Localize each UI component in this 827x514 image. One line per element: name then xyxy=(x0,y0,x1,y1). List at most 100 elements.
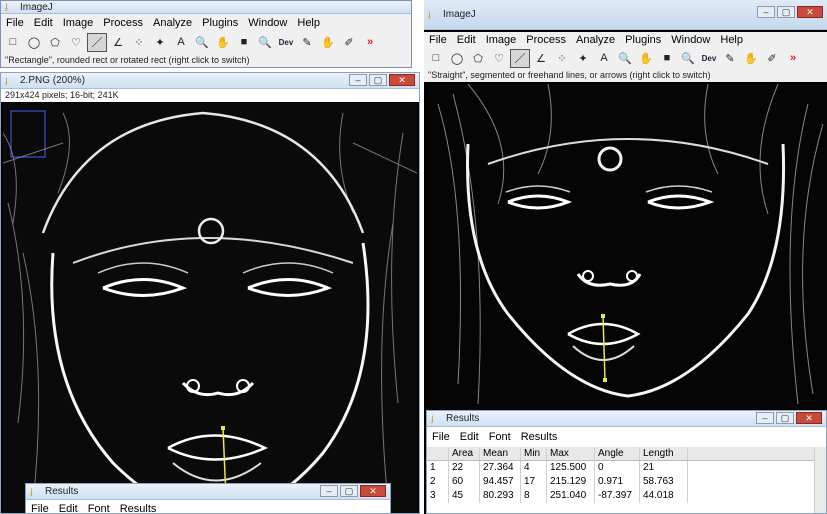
results-left-titlebar[interactable]: ɟ Results – ▢ ✕ xyxy=(26,484,390,500)
table-cell: 44.018 xyxy=(640,489,688,503)
polygon-tool-icon[interactable]: ⬠ xyxy=(45,33,65,52)
results-menu-file[interactable]: File xyxy=(427,431,455,443)
results-close-button[interactable]: ✕ xyxy=(796,412,822,424)
results-left-menu-font[interactable]: Font xyxy=(83,503,115,513)
column-header-angle[interactable]: Angle xyxy=(595,447,640,460)
fill-icon-glyph: ✋ xyxy=(744,52,758,65)
column-header-area[interactable]: Area xyxy=(449,447,480,460)
line-tool-icon[interactable]: ／ xyxy=(510,48,530,68)
column-header[interactable] xyxy=(427,447,449,460)
menu-window[interactable]: Window xyxy=(666,34,715,46)
results-left-menu-file[interactable]: File xyxy=(26,503,54,513)
zoom-icon[interactable]: 🔍 xyxy=(678,49,698,68)
freehand-tool-icon[interactable]: ♡ xyxy=(489,49,509,68)
image-window-titlebar[interactable]: ɟ 2.PNG (200%) – ▢ ✕ xyxy=(1,73,419,89)
point-tool-icon[interactable]: ⁘ xyxy=(129,33,149,52)
pen-icon[interactable]: ✎ xyxy=(297,33,317,52)
menu-plugins[interactable]: Plugins xyxy=(620,34,666,46)
results-left-maximize-button[interactable]: ▢ xyxy=(340,485,358,497)
column-header-min[interactable]: Min xyxy=(521,447,547,460)
imagej-right-titlebar[interactable]: ɟ ImageJ – ▢ ✕ xyxy=(424,0,827,30)
more-tools-icon[interactable]: » xyxy=(360,33,380,52)
fill-icon[interactable]: ✋ xyxy=(318,33,338,52)
results-minimize-button[interactable]: – xyxy=(756,412,774,424)
oval-tool-icon[interactable]: ◯ xyxy=(447,49,467,68)
image-canvas-left[interactable] xyxy=(3,103,417,513)
imagej-left-toolbar: □ ◯ ⬠ ♡ ／ ∠ ⁘ ✦ A 🔍 ✋ ■ 🔍 Dev ✎ ✋ ✐ » xyxy=(1,31,411,53)
pipette-icon[interactable]: ✐ xyxy=(762,49,782,68)
freehand-tool-icon-glyph: ♡ xyxy=(71,36,81,49)
pen-icon[interactable]: ✎ xyxy=(720,49,740,68)
angle-tool-icon[interactable]: ∠ xyxy=(531,49,551,68)
image-close-button[interactable]: ✕ xyxy=(389,74,415,86)
table-cell: 125.500 xyxy=(547,461,595,475)
image-canvas-right[interactable] xyxy=(428,84,827,414)
magnifier-tool-icon[interactable]: 🔍 xyxy=(192,33,212,52)
results-left-close-button[interactable]: ✕ xyxy=(360,485,386,497)
results-menu-edit[interactable]: Edit xyxy=(455,431,484,443)
menu-analyze[interactable]: Analyze xyxy=(148,17,197,29)
dev-icon[interactable]: Dev xyxy=(699,49,719,68)
text-tool-icon[interactable]: A xyxy=(171,33,191,52)
table-row[interactable]: 3 45 80.293 8 251.040 -87.397 44.018 xyxy=(427,489,826,503)
results-menu-results[interactable]: Results xyxy=(516,431,563,443)
menu-process[interactable]: Process xyxy=(98,17,148,29)
maximize-button[interactable]: ▢ xyxy=(777,6,795,18)
menu-file[interactable]: File xyxy=(424,34,452,46)
image-maximize-button[interactable]: ▢ xyxy=(369,74,387,86)
point-tool-icon[interactable]: ⁘ xyxy=(552,49,572,68)
image-window-2png: ɟ 2.PNG (200%) – ▢ ✕ 291x424 pixels; 16-… xyxy=(0,72,420,514)
wand-tool-icon[interactable]: ✦ xyxy=(150,33,170,52)
zoom-icon[interactable]: 🔍 xyxy=(255,33,275,52)
color-picker-icon[interactable]: ■ xyxy=(657,49,677,68)
fill-icon[interactable]: ✋ xyxy=(741,49,761,68)
results-scrollbar[interactable] xyxy=(814,447,826,513)
color-picker-icon-glyph: ■ xyxy=(663,52,671,64)
more-tools-icon-glyph: » xyxy=(366,36,374,48)
results-maximize-button[interactable]: ▢ xyxy=(776,412,794,424)
menu-plugins[interactable]: Plugins xyxy=(197,17,243,29)
imagej-left-titlebar[interactable]: ɟ ImageJ xyxy=(1,1,411,14)
results-left-minimize-button[interactable]: – xyxy=(320,485,338,497)
magnifier-tool-icon[interactable]: 🔍 xyxy=(615,49,635,68)
close-button[interactable]: ✕ xyxy=(797,6,823,18)
line-tool-icon[interactable]: ／ xyxy=(87,32,107,52)
results-left-menu-results[interactable]: Results xyxy=(115,503,162,513)
hand-tool-icon[interactable]: ✋ xyxy=(213,33,233,52)
table-cell: 22 xyxy=(449,461,480,475)
menu-window[interactable]: Window xyxy=(243,17,292,29)
menu-image[interactable]: Image xyxy=(58,17,99,29)
text-tool-icon[interactable]: A xyxy=(594,49,614,68)
results-menu-font[interactable]: Font xyxy=(484,431,516,443)
angle-tool-icon[interactable]: ∠ xyxy=(108,33,128,52)
results-right-titlebar[interactable]: ɟ Results – ▢ ✕ xyxy=(427,411,826,427)
menu-image[interactable]: Image xyxy=(481,34,522,46)
polygon-tool-icon[interactable]: ⬠ xyxy=(468,49,488,68)
dev-icon[interactable]: Dev xyxy=(276,33,296,52)
oval-tool-icon[interactable]: ◯ xyxy=(24,33,44,52)
column-header-max[interactable]: Max xyxy=(547,447,595,460)
menu-process[interactable]: Process xyxy=(521,34,571,46)
column-header-mean[interactable]: Mean xyxy=(480,447,521,460)
rectangle-tool-icon[interactable]: □ xyxy=(426,49,446,68)
results-left-menu-edit[interactable]: Edit xyxy=(54,503,83,513)
freehand-tool-icon[interactable]: ♡ xyxy=(66,33,86,52)
menu-help[interactable]: Help xyxy=(715,34,748,46)
results-table[interactable]: Area Mean Min Max Angle Length 1 22 27.364… xyxy=(427,447,826,503)
table-row[interactable]: 2 60 94.457 17 215.129 0.971 58.763 xyxy=(427,475,826,489)
pipette-icon[interactable]: ✐ xyxy=(339,33,359,52)
minimize-button[interactable]: – xyxy=(757,6,775,18)
table-row[interactable]: 1 22 27.364 4 125.500 0 21 xyxy=(427,461,826,475)
menu-help[interactable]: Help xyxy=(292,17,325,29)
column-header-length[interactable]: Length xyxy=(640,447,688,460)
menu-edit[interactable]: Edit xyxy=(29,17,58,29)
more-tools-icon[interactable]: » xyxy=(783,49,803,68)
color-picker-icon[interactable]: ■ xyxy=(234,33,254,52)
menu-edit[interactable]: Edit xyxy=(452,34,481,46)
menu-file[interactable]: File xyxy=(1,17,29,29)
menu-analyze[interactable]: Analyze xyxy=(571,34,620,46)
rectangle-tool-icon[interactable]: □ xyxy=(3,33,23,52)
wand-tool-icon[interactable]: ✦ xyxy=(573,49,593,68)
image-minimize-button[interactable]: – xyxy=(349,74,367,86)
hand-tool-icon[interactable]: ✋ xyxy=(636,49,656,68)
